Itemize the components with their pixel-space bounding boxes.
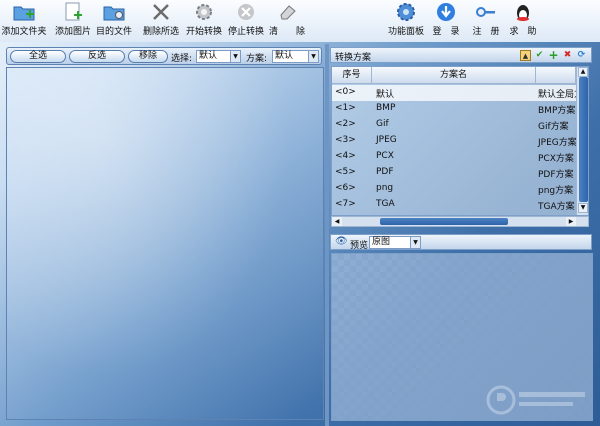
help-button[interactable]: 求 助 [504,2,542,37]
scissors-delete-icon [150,2,172,22]
preview-toolbar: 👁 预览 原图 ▼ [330,234,592,251]
clear-label-b: 除 [296,27,306,37]
select-label: 选择: [171,54,193,64]
login-button[interactable]: 登 录 [427,2,465,37]
delete-selected-button[interactable]: 删除所选 [140,2,182,37]
scheme-label: 方案: [246,54,268,64]
preview-mode-dropdown[interactable]: 原图 ▼ [369,236,421,249]
file-list-area[interactable] [6,67,324,420]
folder-settings-icon [103,2,125,22]
save-scheme-icon[interactable]: ▲ [520,50,531,61]
scroll-right-icon[interactable]: ▶ [566,217,576,226]
clear-button[interactable]: 清 除 [265,2,309,37]
chevron-down-icon: ▼ [308,51,318,62]
filter-bar: 全选 反选 移除 选择: 默认 ▼ 方案: 默认 ▼ [6,47,322,65]
key-register-icon [475,2,497,22]
clear-label-a: 清 [268,27,278,37]
register-label-a: 注 [472,27,482,37]
select-value: 默认 [199,51,218,61]
chevron-down-icon: ▼ [410,237,420,248]
register-label-b: 册 [490,27,500,37]
scheme-dropdown[interactable]: 默认 ▼ [272,50,319,63]
scheme-panel-title: 转换方案 [335,53,372,63]
add-icon[interactable]: + [548,49,559,61]
scroll-up-icon[interactable]: ▲ [578,67,588,77]
table-row[interactable]: <6> png png方案 [332,181,576,197]
target-folder-button[interactable]: 目的文件 [93,2,135,37]
select-dropdown[interactable]: 默认 ▼ [196,50,241,63]
scroll-thumb[interactable] [579,77,588,202]
eye-icon: 👁 [335,236,348,247]
vertical-scrollbar[interactable]: ▲ ▼ [576,67,588,215]
horizontal-scrollbar[interactable]: ◀ ▶ [331,216,589,227]
login-label-b: 录 [450,27,460,37]
preview-label: 预览 [350,241,369,251]
add-folder-icon [13,2,35,22]
start-convert-button[interactable]: 开始转换 [183,2,225,37]
add-image-icon [62,2,84,22]
table-row[interactable]: <2> Gif Gif方案 [332,117,576,133]
login-label-a: 登 [432,27,442,37]
column-header-extra[interactable] [536,67,576,84]
scheme-value: 默认 [275,51,294,61]
function-panel-gear-icon [395,2,417,22]
help-label-a: 求 [509,27,519,37]
scroll-left-icon[interactable]: ◀ [332,217,342,226]
select-all-button[interactable]: 全选 [10,50,66,63]
down-arrow-login-icon [435,2,457,22]
help-label-b: 助 [527,27,537,37]
table-row[interactable]: <5> PDF PDF方案 [332,165,576,181]
stop-convert-button[interactable]: 停止转换 [225,2,267,37]
stop-icon [235,2,257,22]
add-folder-button[interactable]: 添加文件夹 [2,2,47,37]
scroll-down-icon[interactable]: ▼ [578,203,588,213]
column-header-index[interactable]: 序号 [332,67,372,84]
column-header-name[interactable]: 方案名 [372,67,536,84]
scheme-table: 序号 方案名 <0> 默认 默认全局方案 <1> BMP BMP方案 <2> G… [331,66,589,216]
toolbar: 添加文件夹 添加图片 目的文件 删除所选 开始转换 停止转换 清 除 功能面板 … [0,0,600,42]
scheme-panel-header: 转换方案 ▲ ✔ + ✖ ⟳ [330,47,592,63]
table-row[interactable]: <7> TGA TGA方案 [332,197,576,213]
eraser-icon [276,2,298,22]
watermark-logo [486,385,585,415]
qq-penguin-icon [512,2,534,22]
remove-button[interactable]: 移除 [128,50,168,63]
table-row[interactable]: <1> BMP BMP方案 [332,101,576,117]
add-image-button[interactable]: 添加图片 [52,2,94,37]
register-button[interactable]: 注 册 [466,2,506,37]
scroll-thumb[interactable] [380,218,508,225]
function-panel-button[interactable]: 功能面板 [385,2,427,37]
panel-splitter[interactable] [325,44,329,426]
refresh-icon[interactable]: ⟳ [576,50,587,61]
preview-mode-value: 原图 [372,237,391,247]
chevron-down-icon: ▼ [230,51,240,62]
convert-gear-icon [193,2,215,22]
delete-icon[interactable]: ✖ [562,50,573,61]
check-icon[interactable]: ✔ [534,50,545,61]
invert-selection-button[interactable]: 反选 [69,50,125,63]
table-row[interactable]: <4> PCX PCX方案 [332,149,576,165]
table-row[interactable]: <0> 默认 默认全局方案 [332,85,588,101]
table-row[interactable]: <3> JPEG JPEG方案 [332,133,577,149]
